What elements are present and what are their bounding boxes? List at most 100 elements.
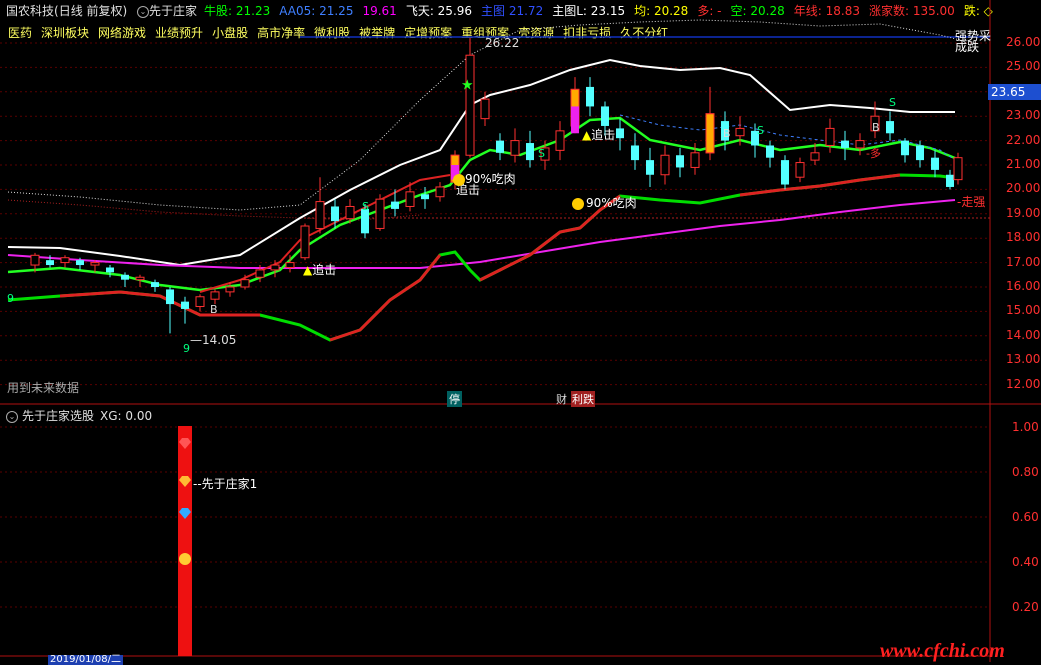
candle-body-down — [121, 274, 129, 280]
candle-body-up — [795, 162, 805, 178]
candle-body-down — [421, 194, 429, 200]
chirou-text-1: 90%吃肉 — [465, 172, 516, 186]
candle-body-up — [30, 254, 40, 266]
candle-body-down — [886, 121, 894, 134]
candle-body-up — [240, 279, 250, 288]
price-axis-tick: 22.00 — [1006, 132, 1041, 147]
signal-candle-magenta — [571, 106, 579, 134]
event-ting[interactable]: 停 — [447, 391, 462, 407]
price-axis-tick: 19.00 — [1006, 205, 1041, 220]
smile-icon — [572, 197, 584, 210]
star-icon: ★ — [461, 77, 474, 93]
candle-body-up — [465, 54, 475, 156]
candle-body-up — [315, 201, 325, 229]
candle-body-up — [90, 262, 100, 266]
candle-body-down — [931, 157, 939, 170]
candle-body-up — [270, 264, 280, 271]
sub-axis-tick: 0.20 — [1012, 600, 1039, 614]
price-axis-tick: 12.00 — [1006, 376, 1041, 391]
zhuiji-text-1: 追击 — [312, 263, 337, 277]
event-cai[interactable]: 财 — [555, 391, 568, 407]
duo-text: 多 — [869, 147, 881, 160]
sub-signal-text: 先于庄家1 — [201, 477, 258, 491]
zouqiang-label: -走强 — [957, 195, 986, 209]
watermark: www.cfchi.com — [880, 640, 1005, 662]
current-price-tag: 23.65 — [988, 84, 1041, 100]
magenta-ma-line — [7, 199, 956, 269]
future-data-note: 用到未来数据 — [7, 381, 80, 395]
candle-body-up — [825, 127, 835, 146]
candle-body-down — [616, 128, 624, 139]
candle-body-up — [855, 140, 865, 149]
chirou-label-2: 90%吃肉 — [572, 194, 637, 211]
candle-body-up — [300, 225, 310, 259]
sub-indicator-name[interactable]: 先于庄家选股 — [22, 409, 94, 423]
candle-body-up — [135, 276, 145, 281]
price-axis-tick: 26.00 — [1006, 35, 1041, 49]
candle-body-down — [766, 145, 774, 158]
nine-mark-low: 9 — [183, 342, 190, 355]
candle-body-down — [916, 145, 924, 161]
candle-body-down — [646, 160, 654, 175]
nine-mark-left: 9 — [7, 292, 14, 305]
zhuiji-text-3: 追击 — [591, 128, 616, 142]
sub-axis-tick: 0.40 — [1012, 555, 1039, 569]
candle-body-down — [676, 155, 684, 168]
b-mark: B — [872, 121, 880, 134]
candle-body-up — [660, 154, 670, 176]
price-axis-tick: 16.00 — [1006, 279, 1041, 293]
sub-indicator-toggle-icon[interactable]: ⌄ — [6, 410, 18, 423]
xg-signal-bar — [178, 426, 192, 656]
upper-band-line — [7, 58, 955, 267]
price-axis-tick: 15.00 — [1006, 303, 1041, 318]
candle-body-down — [901, 140, 909, 156]
s-mark: S — [362, 200, 369, 213]
candle-body-down — [391, 201, 399, 209]
zhuiji-label-1: ▲追击 — [303, 263, 337, 277]
candle-body-up — [375, 198, 385, 229]
chirou-text-2: 90%吃肉 — [586, 196, 637, 210]
candle-body-down — [631, 145, 639, 161]
price-axis-tick: 13.00 — [1006, 352, 1041, 367]
candle-body-down — [151, 282, 159, 287]
s-mark: S — [757, 124, 764, 137]
chart-canvas[interactable]: ★ — [0, 0, 1041, 662]
candle-body-down — [46, 260, 54, 266]
duo-mark: -多 — [866, 147, 881, 160]
s-mark: S — [889, 96, 896, 109]
xg-value: XG: 0.00 — [100, 409, 153, 423]
low-price-value: 14.05 — [202, 333, 237, 347]
candle-body-down — [496, 140, 504, 153]
candle-body-up — [210, 291, 220, 300]
candle-body-up — [435, 186, 445, 198]
price-axis-tick: 23.00 — [1006, 108, 1041, 123]
candle-body-up — [510, 140, 520, 156]
candle-body-down — [331, 206, 339, 222]
smile-icon — [453, 173, 465, 186]
candle-body-up — [810, 152, 820, 161]
candle-body-up — [255, 269, 265, 278]
candle-body-up — [60, 257, 70, 264]
candle-body-up — [345, 205, 355, 220]
b-mark: B — [723, 127, 731, 140]
candle-body-down — [601, 106, 609, 126]
candle-body-up — [285, 262, 295, 268]
sub-axis-tick: 0.60 — [1012, 510, 1039, 524]
zouqiang-text: 走强 — [961, 195, 986, 209]
candle-body-up — [225, 286, 235, 293]
signal-candle — [705, 113, 715, 154]
event-lijie[interactable]: 利跌 — [571, 391, 595, 407]
price-axis-tick: 21.00 — [1006, 157, 1041, 171]
candle-body-down — [181, 301, 189, 309]
sub-axis-tick: 0.80 — [1012, 465, 1039, 479]
candle-body-down — [781, 160, 789, 185]
money-bag-icon — [179, 553, 191, 565]
price-axis-tick: 20.00 — [1006, 181, 1041, 196]
trend-line-red — [739, 173, 901, 197]
b-mark: B — [210, 303, 218, 316]
candle-body-down — [946, 174, 954, 187]
high-price-label: 26.22 — [485, 36, 520, 50]
chengjiao-label: 成跌 — [955, 40, 980, 54]
price-axis-tick: 14.00 — [1006, 327, 1041, 342]
candle-body-down — [841, 140, 849, 148]
